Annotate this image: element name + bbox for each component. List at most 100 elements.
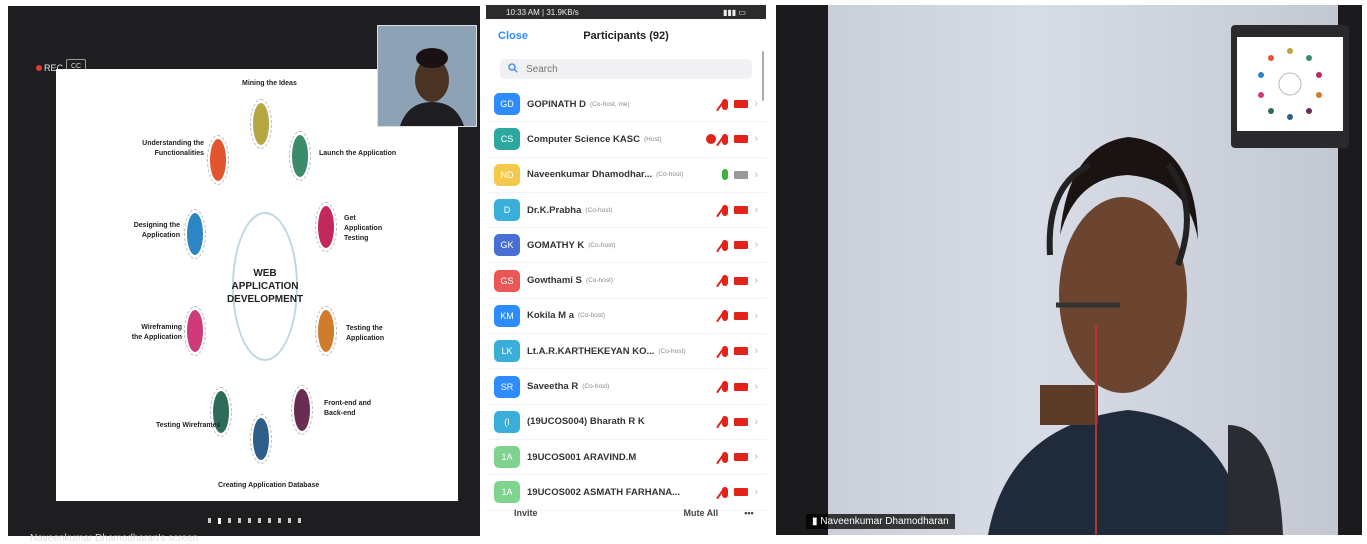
microphone-icon[interactable] — [722, 204, 729, 216]
participant-name: 19UCOS002 ASMATH FARHANA... — [527, 486, 681, 498]
page-dot[interactable] — [278, 518, 281, 523]
step-node-1 — [250, 99, 272, 149]
chevron-right-icon[interactable]: › — [754, 98, 758, 110]
participant-role: (Co-host) — [658, 347, 686, 355]
chevron-right-icon[interactable]: › — [754, 416, 758, 428]
participant-row[interactable]: D Dr.K.Prabha (Co-host) › — [486, 193, 766, 229]
record-dot-icon — [36, 65, 42, 71]
chevron-right-icon[interactable]: › — [754, 239, 758, 251]
participant-role: (Co-host, me) — [589, 100, 630, 108]
camera-icon[interactable] — [734, 382, 749, 391]
participant-row[interactable]: 1A 19UCOS001 ARAVIND.M › — [486, 440, 766, 476]
microphone-icon[interactable] — [722, 381, 729, 393]
step-label: Mining the Ideas — [242, 80, 297, 87]
microphone-icon[interactable] — [722, 133, 729, 145]
participant-row[interactable]: KM Kokila M a (Co-host) › — [486, 299, 766, 335]
step-node-8 — [184, 306, 206, 356]
step-label: Get Application Testing — [344, 215, 383, 242]
chevron-right-icon[interactable]: › — [754, 381, 758, 393]
avatar: 1A — [494, 446, 520, 469]
microphone-icon[interactable] — [722, 275, 729, 287]
participant-status-icons: › — [722, 239, 758, 251]
chevron-right-icon[interactable]: › — [754, 345, 758, 357]
avatar: LK — [494, 340, 520, 363]
page-dot[interactable] — [208, 518, 211, 523]
camera-icon[interactable] — [734, 488, 749, 497]
participant-name: Naveenkumar Dhamodhar... — [527, 169, 653, 181]
participant-role: (Co-host) — [585, 206, 613, 214]
page-dot[interactable] — [228, 518, 231, 523]
shared-screen-thumbnail[interactable] — [1231, 25, 1349, 148]
participant-status-icons: › — [722, 451, 758, 463]
person-silhouette-icon — [378, 26, 476, 126]
participant-role: (Co-host) — [656, 171, 684, 179]
camera-icon[interactable] — [734, 241, 749, 250]
chevron-right-icon[interactable]: › — [754, 486, 758, 498]
chevron-right-icon[interactable]: › — [754, 133, 758, 145]
participant-name: GOPINATH D — [527, 98, 586, 110]
page-dot[interactable] — [268, 518, 271, 523]
camera-icon[interactable] — [734, 100, 749, 109]
search-bar[interactable] — [500, 59, 752, 79]
participant-status-icons: › — [722, 98, 758, 110]
microphone-icon[interactable] — [722, 416, 729, 428]
camera-icon[interactable] — [734, 206, 749, 215]
battery-icon: ▮▮▮ ▭ — [723, 7, 746, 17]
camera-icon[interactable] — [734, 135, 749, 144]
camera-icon[interactable] — [734, 311, 749, 320]
page-dot[interactable] — [218, 518, 221, 524]
participant-row[interactable]: GS Gowthami S (Co-host) › — [486, 263, 766, 299]
invite-button[interactable]: Invite — [508, 507, 544, 519]
step-node-3 — [315, 202, 337, 252]
participant-role: (Co-host) — [588, 241, 616, 249]
chevron-right-icon[interactable]: › — [754, 275, 758, 287]
participant-row[interactable]: SR Saveetha R (Co-host) › — [486, 369, 766, 405]
shared-screen-panel: REC CC WEB APPLICATION DEVELOPMENT Minin… — [8, 6, 480, 544]
participant-row[interactable]: CS Computer Science KASC (Host) › — [486, 122, 766, 158]
participant-name: Lt.A.R.KARTHEKEYAN KO... — [527, 345, 655, 357]
participant-name: Saveetha R — [527, 381, 579, 393]
participant-row[interactable]: GD GOPINATH D (Co-host, me) › — [486, 87, 766, 123]
camera-icon[interactable] — [734, 417, 749, 426]
chevron-right-icon[interactable]: › — [754, 204, 758, 216]
page-dot[interactable] — [288, 518, 291, 523]
participant-name: 19UCOS001 ARAVIND.M — [527, 451, 637, 463]
microphone-icon[interactable] — [722, 451, 729, 463]
participant-status-icons: › — [706, 133, 758, 145]
microphone-icon[interactable] — [722, 239, 729, 251]
mute-all-button[interactable]: Mute All — [678, 507, 725, 519]
microphone-icon[interactable] — [722, 169, 729, 181]
chevron-right-icon[interactable]: › — [754, 451, 758, 463]
more-options-button[interactable]: ••• — [738, 507, 759, 519]
microphone-icon[interactable] — [722, 98, 729, 110]
camera-icon[interactable] — [734, 347, 749, 356]
avatar: D — [494, 199, 520, 222]
page-dot[interactable] — [238, 518, 241, 523]
participant-status-icons: › — [722, 310, 758, 322]
avatar: KM — [494, 304, 520, 327]
page-dot[interactable] — [258, 518, 261, 523]
microphone-icon[interactable] — [722, 345, 729, 357]
step-label: Wireframing the Application — [131, 324, 182, 341]
participant-name: Computer Science KASC — [527, 133, 640, 145]
camera-icon[interactable] — [734, 276, 749, 285]
camera-icon[interactable] — [734, 170, 749, 179]
camera-icon[interactable] — [734, 453, 749, 462]
participant-row[interactable]: (I (19UCOS004) Bharath R K › — [486, 405, 766, 440]
chevron-right-icon[interactable]: › — [754, 310, 758, 322]
participant-row[interactable]: LK Lt.A.R.KARTHEKEYAN KO... (Co-host) › — [486, 334, 766, 370]
page-indicator[interactable] — [208, 518, 301, 524]
step-node-4 — [315, 306, 337, 356]
page-dot[interactable] — [298, 518, 301, 523]
search-input[interactable] — [524, 62, 728, 76]
participant-row[interactable]: GK GOMATHY K (Co-host) › — [486, 228, 766, 264]
slide-center-title: WEB APPLICATION DEVELOPMENT — [227, 212, 303, 361]
chevron-right-icon[interactable]: › — [754, 169, 758, 181]
page-dot[interactable] — [248, 518, 251, 523]
microphone-icon[interactable] — [722, 486, 729, 498]
self-video-thumbnail[interactable] — [377, 25, 477, 127]
participant-role: (Co-host) — [582, 383, 610, 391]
phone-status-bar: 10:33 AM | 31.9KB/s ▮▮▮ ▭ — [486, 5, 766, 19]
participant-row[interactable]: ND Naveenkumar Dhamodhar... (Co-host) › — [486, 158, 766, 193]
microphone-icon[interactable] — [722, 310, 729, 322]
